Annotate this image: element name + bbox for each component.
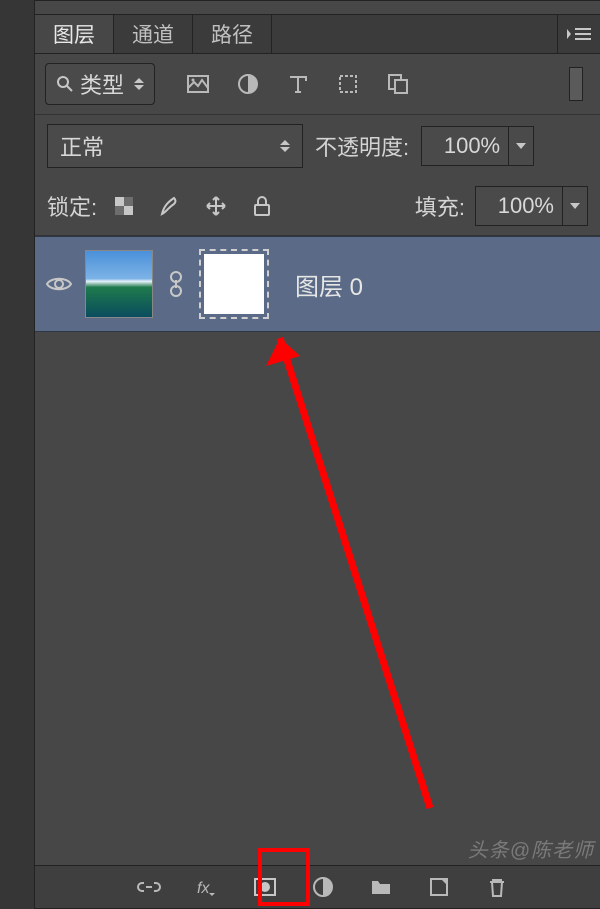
search-icon — [56, 75, 74, 93]
fill-value-box: 100% — [475, 186, 588, 226]
blend-mode-select[interactable]: 正常 — [47, 124, 303, 168]
layer-fx-button[interactable]: fx — [193, 873, 221, 901]
delete-layer-button[interactable] — [483, 873, 511, 901]
layer-name[interactable]: 图层 0 — [295, 267, 363, 302]
adjustment-layer-button[interactable] — [309, 873, 337, 901]
tab-paths[interactable]: 路径 — [193, 15, 272, 53]
layer-mask-thumbnail[interactable] — [199, 249, 269, 319]
tab-channels[interactable]: 通道 — [114, 15, 193, 53]
blend-mode-value: 正常 — [60, 130, 104, 162]
opacity-label: 不透明度: — [315, 130, 409, 162]
lock-transparent-icon[interactable] — [111, 193, 137, 219]
blend-row: 正常 不透明度: 100% — [35, 115, 600, 177]
panel-menu-button[interactable] — [557, 15, 600, 53]
lock-position-icon[interactable] — [203, 193, 229, 219]
opacity-caret[interactable] — [509, 126, 534, 166]
add-mask-button[interactable] — [251, 873, 279, 901]
lock-label: 锁定: — [47, 190, 97, 222]
filter-type-label: 类型 — [80, 68, 124, 100]
filter-pixel-icon[interactable] — [185, 71, 211, 97]
tab-layers[interactable]: 图层 — [35, 15, 114, 53]
layers-list: 图层 0 — [35, 236, 600, 756]
link-layers-button[interactable] — [135, 873, 163, 901]
app-left-strip — [0, 0, 35, 909]
panel-tabs: 图层 通道 路径 — [35, 15, 600, 54]
layer-thumbnail[interactable] — [85, 250, 153, 318]
filter-adjustment-icon[interactable] — [235, 71, 261, 97]
new-layer-button[interactable] — [425, 873, 453, 901]
fill-input[interactable]: 100% — [475, 186, 563, 226]
double-caret-icon — [134, 78, 144, 90]
opacity-value-box: 100% — [421, 126, 534, 166]
fill-caret[interactable] — [563, 186, 588, 226]
double-caret-icon — [280, 140, 290, 152]
mask-link-icon[interactable] — [165, 269, 187, 299]
filter-toggle-switch[interactable] — [562, 65, 590, 103]
lock-row: 锁定: 填充: 100% — [35, 177, 600, 236]
lock-paint-icon[interactable] — [157, 193, 183, 219]
layer-row[interactable]: 图层 0 — [35, 236, 600, 332]
opacity-input[interactable]: 100% — [421, 126, 509, 166]
lock-icons — [111, 193, 275, 219]
new-group-button[interactable] — [367, 873, 395, 901]
filter-icons — [185, 71, 411, 97]
lock-all-icon[interactable] — [249, 193, 275, 219]
filter-shape-icon[interactable] — [335, 71, 361, 97]
layer-filter-row: 类型 — [35, 54, 600, 115]
panel-top-spacer — [35, 1, 600, 15]
layers-panel: 图层 通道 路径 类型 正常 不透明度: 100% — [34, 0, 600, 909]
watermark-text: 头条@陈老师 — [468, 834, 594, 863]
layers-bottom-toolbar: fx — [35, 865, 600, 908]
filter-smartobject-icon[interactable] — [385, 71, 411, 97]
svg-text:fx: fx — [197, 880, 210, 897]
visibility-toggle[interactable] — [45, 270, 73, 298]
fill-label: 填充: — [415, 190, 465, 222]
filter-type-select[interactable]: 类型 — [45, 63, 155, 105]
filter-type-text-icon[interactable] — [285, 71, 311, 97]
